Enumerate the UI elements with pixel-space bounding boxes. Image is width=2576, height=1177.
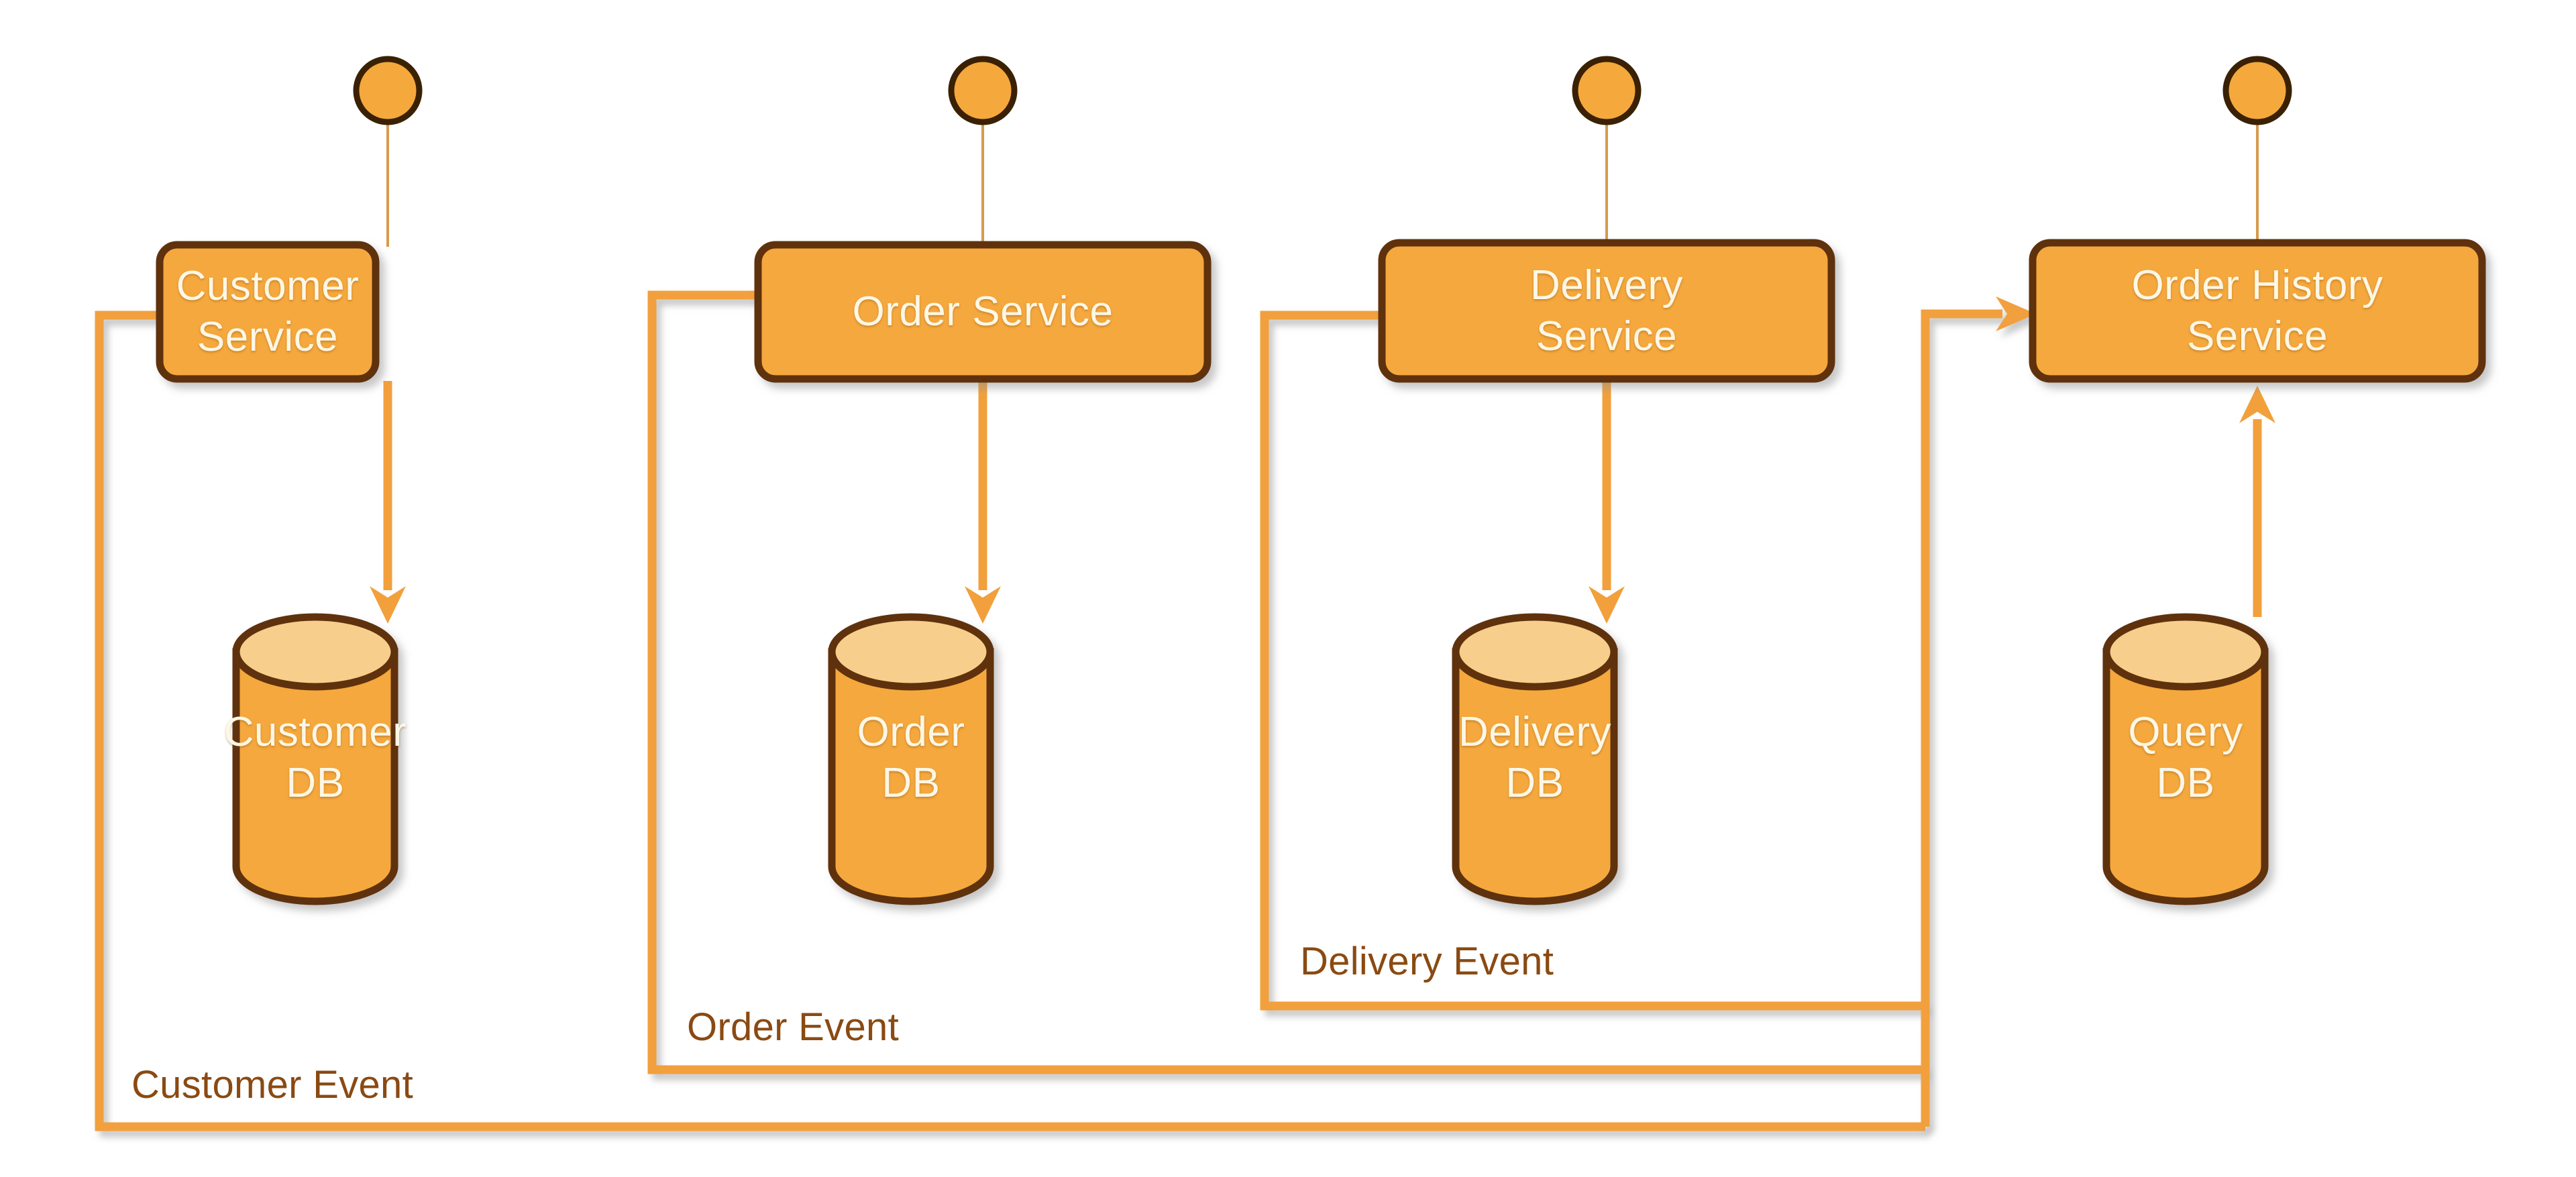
actor-circle-customer [353,56,423,125]
label-delivery-event: Delivery Event [1300,940,1554,983]
actor-circle-order-history [2222,56,2292,125]
actor-circle-order [948,56,1018,125]
node-delivery-service[interactable] [1378,239,1835,383]
node-order-db[interactable] [828,613,994,905]
actor-circle-delivery [1572,56,1642,125]
label-order-event: Order Event [687,1005,899,1049]
data-flow-delivery-service-to-delivery-db [1589,381,1625,624]
data-flow-query-db-to-order-history-service [2239,386,2275,617]
data-flow-customer-service-to-customer-db [370,381,406,624]
data-flow-order-service-to-order-db [965,381,1001,624]
node-customer-db[interactable] [232,613,398,905]
event-bus-riser [1921,296,2036,1127]
diagram-canvas: Customer Service Order Service Delivery … [0,0,2576,1177]
node-customer-service[interactable] [156,241,380,383]
label-customer-event: Customer Event [131,1063,414,1107]
node-delivery-db[interactable] [1452,613,1618,905]
node-order-service[interactable] [754,241,1212,383]
architecture-diagram [95,56,2486,1131]
node-query-db[interactable] [2102,613,2269,905]
node-order-history-service[interactable] [2029,239,2486,383]
